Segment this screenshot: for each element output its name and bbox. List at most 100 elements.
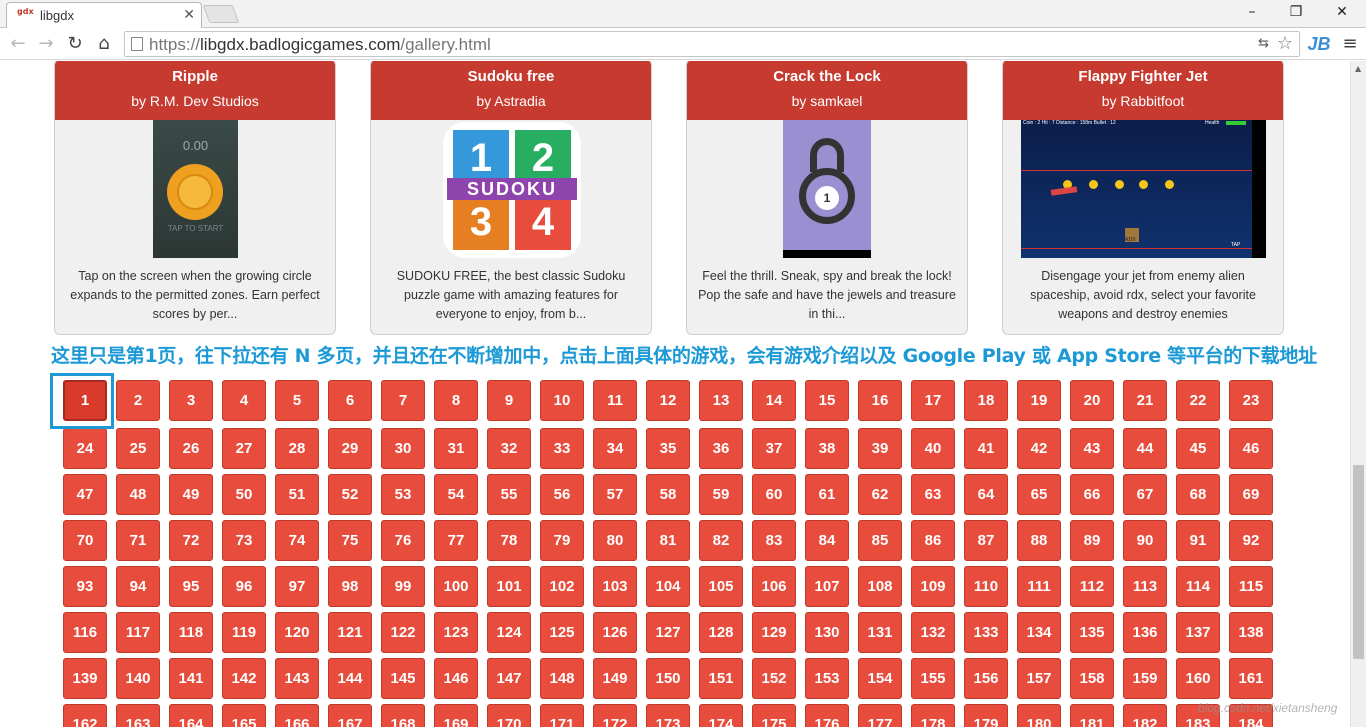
page-button-33[interactable]: 33: [540, 428, 584, 469]
minimize-icon[interactable]: –: [1242, 4, 1262, 22]
page-button-35[interactable]: 35: [646, 428, 690, 469]
page-button-171[interactable]: 171: [540, 704, 584, 727]
page-button-133[interactable]: 133: [964, 612, 1008, 653]
page-button-6[interactable]: 6: [328, 380, 372, 421]
page-button-131[interactable]: 131: [858, 612, 902, 653]
page-button-19[interactable]: 19: [1017, 380, 1061, 421]
page-button-97[interactable]: 97: [275, 566, 319, 607]
new-tab-button[interactable]: [202, 5, 240, 23]
window-close-icon[interactable]: ✕: [1332, 4, 1352, 22]
page-button-21[interactable]: 21: [1123, 380, 1167, 421]
page-button-104[interactable]: 104: [646, 566, 690, 607]
page-button-136[interactable]: 136: [1123, 612, 1167, 653]
page-button-87[interactable]: 87: [964, 520, 1008, 561]
page-button-174[interactable]: 174: [699, 704, 743, 727]
page-button-143[interactable]: 143: [275, 658, 319, 699]
page-button-54[interactable]: 54: [434, 474, 478, 515]
page-button-29[interactable]: 29: [328, 428, 372, 469]
page-button-173[interactable]: 173: [646, 704, 690, 727]
page-button-182[interactable]: 182: [1123, 704, 1167, 727]
page-button-37[interactable]: 37: [752, 428, 796, 469]
page-button-76[interactable]: 76: [381, 520, 425, 561]
page-button-121[interactable]: 121: [328, 612, 372, 653]
page-button-79[interactable]: 79: [540, 520, 584, 561]
page-button-164[interactable]: 164: [169, 704, 213, 727]
page-button-100[interactable]: 100: [434, 566, 478, 607]
page-button-66[interactable]: 66: [1070, 474, 1114, 515]
page-button-123[interactable]: 123: [434, 612, 478, 653]
menu-icon[interactable]: ≡: [1338, 32, 1362, 56]
page-button-163[interactable]: 163: [116, 704, 160, 727]
page-button-154[interactable]: 154: [858, 658, 902, 699]
page-button-39[interactable]: 39: [858, 428, 902, 469]
page-button-175[interactable]: 175: [752, 704, 796, 727]
page-button-43[interactable]: 43: [1070, 428, 1114, 469]
page-button-117[interactable]: 117: [116, 612, 160, 653]
page-button-70[interactable]: 70: [63, 520, 107, 561]
page-button-63[interactable]: 63: [911, 474, 955, 515]
page-button-88[interactable]: 88: [1017, 520, 1061, 561]
page-button-153[interactable]: 153: [805, 658, 849, 699]
page-button-75[interactable]: 75: [328, 520, 372, 561]
game-card-crack-the-lock[interactable]: Crack the Lock by samkael 1 Feel the thr…: [686, 61, 968, 335]
card-title[interactable]: Crack the Lock: [687, 61, 967, 85]
page-button-181[interactable]: 181: [1070, 704, 1114, 727]
page-button-84[interactable]: 84: [805, 520, 849, 561]
page-button-86[interactable]: 86: [911, 520, 955, 561]
page-button-179[interactable]: 179: [964, 704, 1008, 727]
page-button-13[interactable]: 13: [699, 380, 743, 421]
page-button-90[interactable]: 90: [1123, 520, 1167, 561]
page-button-25[interactable]: 25: [116, 428, 160, 469]
page-button-167[interactable]: 167: [328, 704, 372, 727]
page-button-107[interactable]: 107: [805, 566, 849, 607]
page-button-48[interactable]: 48: [116, 474, 160, 515]
page-button-60[interactable]: 60: [752, 474, 796, 515]
page-button-17[interactable]: 17: [911, 380, 955, 421]
page-button-8[interactable]: 8: [434, 380, 478, 421]
page-button-162[interactable]: 162: [63, 704, 107, 727]
jb-extension-icon[interactable]: JB: [1306, 31, 1332, 57]
page-button-165[interactable]: 165: [222, 704, 266, 727]
home-icon[interactable]: ⌂: [92, 32, 116, 56]
page-button-2[interactable]: 2: [116, 380, 160, 421]
page-button-130[interactable]: 130: [805, 612, 849, 653]
page-button-89[interactable]: 89: [1070, 520, 1114, 561]
page-button-45[interactable]: 45: [1176, 428, 1220, 469]
page-button-91[interactable]: 91: [1176, 520, 1220, 561]
card-title[interactable]: Flappy Fighter Jet: [1003, 61, 1283, 85]
page-button-150[interactable]: 150: [646, 658, 690, 699]
page-button-160[interactable]: 160: [1176, 658, 1220, 699]
forward-arrow-icon[interactable]: →: [34, 32, 58, 56]
card-thumbnail[interactable]: 1: [687, 120, 967, 258]
page-button-122[interactable]: 122: [381, 612, 425, 653]
page-button-23[interactable]: 23: [1229, 380, 1273, 421]
page-button-146[interactable]: 146: [434, 658, 478, 699]
page-button-24[interactable]: 24: [63, 428, 107, 469]
page-button-132[interactable]: 132: [911, 612, 955, 653]
page-button-168[interactable]: 168: [381, 704, 425, 727]
page-button-109[interactable]: 109: [911, 566, 955, 607]
close-tab-icon[interactable]: ✕: [183, 6, 195, 23]
page-button-108[interactable]: 108: [858, 566, 902, 607]
page-button-145[interactable]: 145: [381, 658, 425, 699]
page-button-74[interactable]: 74: [275, 520, 319, 561]
page-button-77[interactable]: 77: [434, 520, 478, 561]
page-button-128[interactable]: 128: [699, 612, 743, 653]
page-button-92[interactable]: 92: [1229, 520, 1273, 561]
page-button-93[interactable]: 93: [63, 566, 107, 607]
page-button-7[interactable]: 7: [381, 380, 425, 421]
page-button-151[interactable]: 151: [699, 658, 743, 699]
game-card-flappy-fighter-jet[interactable]: Flappy Fighter Jet by Rabbitfoot Coin : …: [1002, 61, 1284, 335]
url-text[interactable]: https://libgdx.badlogicgames.com/gallery…: [149, 35, 491, 55]
page-button-155[interactable]: 155: [911, 658, 955, 699]
reload-icon[interactable]: ↻: [63, 32, 87, 56]
page-button-44[interactable]: 44: [1123, 428, 1167, 469]
page-button-144[interactable]: 144: [328, 658, 372, 699]
page-button-112[interactable]: 112: [1070, 566, 1114, 607]
page-button-53[interactable]: 53: [381, 474, 425, 515]
page-button-177[interactable]: 177: [858, 704, 902, 727]
page-button-58[interactable]: 58: [646, 474, 690, 515]
page-button-36[interactable]: 36: [699, 428, 743, 469]
page-button-124[interactable]: 124: [487, 612, 531, 653]
page-button-27[interactable]: 27: [222, 428, 266, 469]
